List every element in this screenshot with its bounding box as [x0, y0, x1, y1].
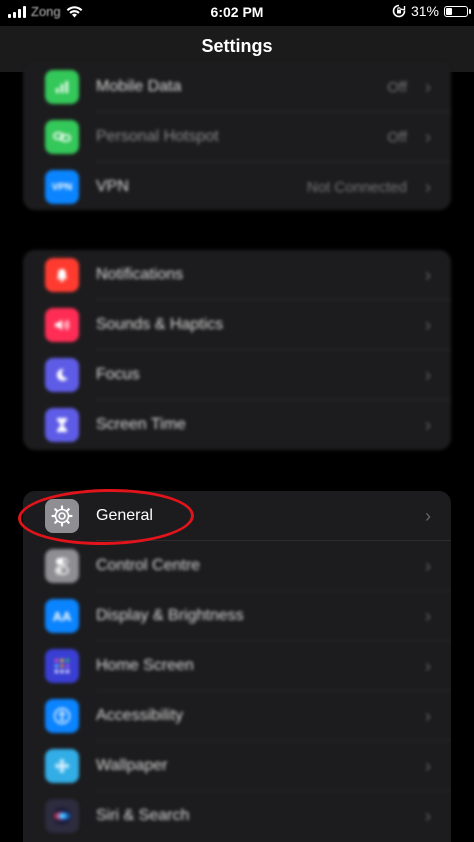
settings-row-notifications[interactable]: Notifications ›: [23, 250, 451, 300]
settings-row-screen-time[interactable]: Screen Time ›: [23, 400, 451, 450]
settings-row-home-screen[interactable]: Home Screen ›: [23, 641, 451, 691]
settings-row-sounds-haptics[interactable]: Sounds & Haptics ›: [23, 300, 451, 350]
settings-row-label: Focus: [96, 366, 140, 383]
chevron-right-icon: ›: [425, 805, 431, 826]
switches-icon: [45, 549, 79, 583]
settings-group-general-rest: Control Centre › AA Display & Brightness…: [23, 541, 451, 841]
status-right: 31%: [392, 3, 471, 19]
settings-row-accessibility[interactable]: Accessibility ›: [23, 691, 451, 741]
rotation-lock-icon: [392, 4, 406, 18]
settings-row-label: Screen Time: [96, 416, 186, 433]
settings-row-label: VPN: [96, 178, 129, 195]
settings-row-label: Wallpaper: [96, 757, 168, 774]
flower-icon: [45, 749, 79, 783]
chevron-right-icon: ›: [425, 655, 431, 676]
chevron-right-icon: ›: [425, 414, 431, 435]
settings-group-notifications: Notifications › Sounds & Haptics › Focus…: [23, 250, 451, 450]
chevron-right-icon: ›: [425, 264, 431, 285]
settings-row-vpn[interactable]: VPN VPN Not Connected ›: [23, 162, 451, 210]
settings-row-value: Not Connected: [306, 178, 407, 196]
settings-row-value: Off: [387, 78, 407, 96]
accessibility-icon: [45, 699, 79, 733]
settings-row-display-brightness[interactable]: AA Display & Brightness ›: [23, 591, 451, 641]
siri-icon: [45, 799, 79, 833]
battery-level: [446, 7, 452, 15]
settings-row-focus[interactable]: Focus ›: [23, 350, 451, 400]
settings-row-label: Mobile Data: [96, 78, 182, 95]
chevron-right-icon: ›: [425, 314, 431, 335]
settings-row-label: Accessibility: [96, 707, 184, 724]
settings-row-label: Siri & Search: [96, 807, 190, 824]
text-size-icon: AA: [45, 599, 79, 633]
chevron-right-icon: ›: [425, 505, 431, 526]
settings-screen: Zong 6:02 PM 31% Settings Mobile Data Of…: [0, 0, 474, 842]
settings-row-mobile-data[interactable]: Mobile Data Off ›: [23, 62, 451, 112]
chevron-right-icon: ›: [425, 705, 431, 726]
settings-row-control-centre[interactable]: Control Centre ›: [23, 541, 451, 591]
chevron-right-icon: ›: [425, 76, 431, 97]
bell-icon: [45, 258, 79, 292]
settings-row-siri-search[interactable]: Siri & Search ›: [23, 791, 451, 841]
battery-percent: 31%: [410, 3, 439, 19]
settings-row-label: Control Centre: [96, 557, 201, 574]
chevron-right-icon: ›: [425, 176, 431, 197]
settings-row-label: Notifications: [96, 266, 184, 283]
settings-row-label: Sounds & Haptics: [96, 316, 224, 333]
chevron-right-icon: ›: [425, 605, 431, 626]
settings-row-label: Personal Hotspot: [96, 128, 219, 145]
chevron-right-icon: ›: [425, 755, 431, 776]
link-icon: [45, 120, 79, 154]
chevron-right-icon: ›: [425, 364, 431, 385]
page-title: Settings: [201, 36, 273, 56]
hourglass-icon: [45, 408, 79, 442]
moon-icon: [45, 358, 79, 392]
vpn-icon: VPN: [45, 170, 79, 204]
chevron-right-icon: ›: [425, 555, 431, 576]
settings-row-label: Home Screen: [96, 657, 194, 674]
settings-row-personal-hotspot[interactable]: Personal Hotspot Off ›: [23, 112, 451, 162]
chevron-right-icon: ›: [425, 126, 431, 147]
speaker-icon: [45, 308, 79, 342]
settings-row-label: Display & Brightness: [96, 607, 244, 624]
settings-group-connectivity: Mobile Data Off › Personal Hotspot Off ›…: [23, 62, 451, 210]
app-grid-icon: [45, 649, 79, 683]
battery-icon: [444, 5, 471, 17]
status-bar: Zong 6:02 PM 31%: [0, 0, 474, 26]
settings-row-value: Off: [387, 128, 407, 146]
settings-row-wallpaper[interactable]: Wallpaper ›: [23, 741, 451, 791]
antenna-icon: [45, 70, 79, 104]
